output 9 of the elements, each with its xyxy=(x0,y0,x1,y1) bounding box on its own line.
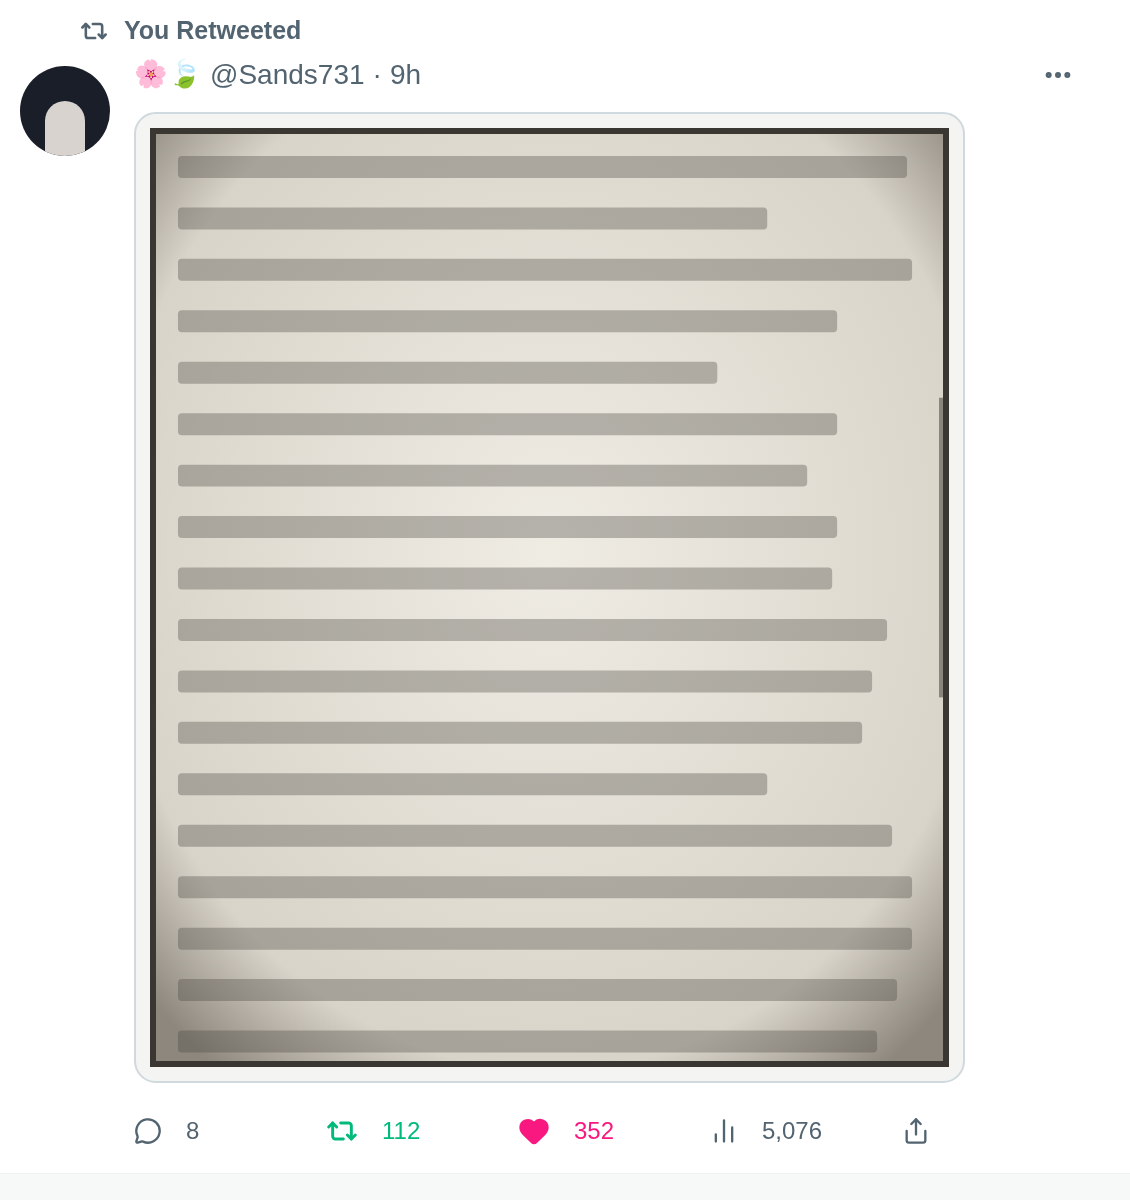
action-count: 112 xyxy=(382,1115,421,1146)
timestamp[interactable]: 9h xyxy=(389,53,422,96)
action-count: 5,076 xyxy=(762,1115,823,1146)
retweet-context: You Retweeted xyxy=(124,15,302,46)
action-count: 352 xyxy=(574,1115,615,1146)
reply-icon[interactable] xyxy=(134,1116,162,1145)
separator: · xyxy=(372,57,382,92)
author-handle[interactable]: @Sands731 xyxy=(210,53,365,96)
action-count: 8 xyxy=(186,1115,200,1146)
